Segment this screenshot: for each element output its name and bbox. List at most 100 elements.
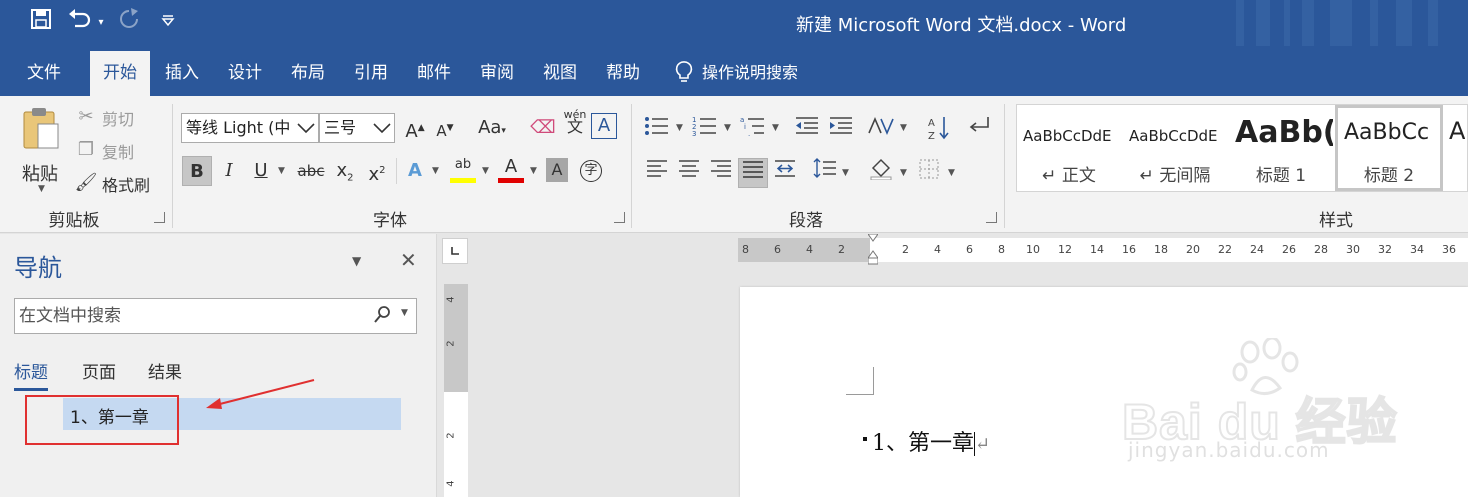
multilevel-dropdown-icon[interactable]: ▼ [772, 115, 779, 141]
tab-references[interactable]: 引用 [341, 51, 401, 96]
tab-file[interactable]: 文件 [14, 51, 74, 96]
tab-home[interactable]: 开始 [90, 51, 150, 96]
phonetic-guide-icon[interactable]: wén 文 [560, 109, 590, 139]
clear-formatting-icon[interactable]: ⌫ [528, 113, 558, 143]
align-center-icon[interactable] [674, 158, 704, 188]
subscript-button[interactable]: x2 [330, 156, 360, 186]
text-effects-dropdown-icon[interactable]: ▼ [432, 158, 439, 184]
style-heading-2[interactable]: AaBbCc 标题 2 [1335, 105, 1443, 191]
distributed-icon[interactable] [770, 158, 800, 188]
increase-indent-icon[interactable] [826, 115, 856, 141]
justify-icon[interactable] [738, 158, 768, 188]
grow-font-icon[interactable]: A▲ [400, 113, 430, 143]
superscript-button[interactable]: x2 [362, 156, 392, 186]
nav-search-input[interactable] [19, 304, 359, 328]
ruler-tick-label: 10 [1026, 243, 1040, 256]
shrink-font-icon[interactable]: A▼ [430, 113, 460, 143]
shading-icon[interactable] [866, 158, 896, 188]
title-decoration [1396, 0, 1412, 46]
style-heading-1[interactable]: AaBb( 标题 1 [1229, 105, 1333, 191]
tab-selector-icon[interactable] [442, 238, 468, 264]
font-launcher-icon[interactable] [614, 212, 625, 223]
underline-button[interactable]: U [246, 156, 276, 186]
change-case-icon[interactable]: Aa▾ [472, 113, 512, 143]
lightbulb-icon[interactable] [674, 60, 694, 84]
redo-icon[interactable] [116, 8, 142, 38]
style-title[interactable]: A [1445, 105, 1468, 191]
format-painter-label: 格式刷 [102, 176, 151, 195]
ruler-tick-label: 4 [806, 243, 813, 256]
borders-dropdown-icon[interactable]: ▼ [948, 160, 955, 186]
title-bar: ▾ 新建 Microsoft Word 文档.docx - Word [0, 0, 1468, 46]
sort-icon[interactable]: AZ [924, 115, 954, 142]
save-icon[interactable] [28, 8, 54, 38]
highlight-dropdown-icon[interactable]: ▼ [482, 158, 489, 184]
search-options-icon[interactable]: ▼ [401, 308, 408, 318]
annotation-arrow [206, 379, 315, 409]
cut-button[interactable]: ✂ 剪切 [74, 104, 164, 130]
close-icon[interactable]: ✕ [400, 248, 417, 272]
tab-view[interactable]: 视图 [530, 51, 590, 96]
chinese-layout-dropdown-icon[interactable]: ▼ [900, 115, 907, 141]
style-normal[interactable]: AaBbCcDdE ↵ 正文 [1017, 105, 1121, 191]
tab-review[interactable]: 审阅 [467, 51, 527, 96]
tab-layout[interactable]: 布局 [278, 51, 338, 96]
ruler-tick-label: 4 [445, 296, 457, 303]
font-color-dropdown-icon[interactable]: ▼ [530, 158, 537, 184]
search-icon[interactable] [373, 305, 391, 329]
tab-insert[interactable]: 插入 [152, 51, 212, 96]
font-name-value: 等线 Light (中 [186, 118, 291, 137]
chinese-layout-icon[interactable] [866, 115, 896, 141]
format-painter-button[interactable]: 🖌 格式刷 [74, 170, 164, 196]
numbering-icon[interactable]: 123 [690, 115, 720, 141]
show-marks-icon[interactable] [964, 115, 994, 141]
bullets-dropdown-icon[interactable]: ▼ [676, 115, 683, 141]
nav-tab-headings[interactable]: 标题 [14, 358, 48, 391]
font-name-dropdown-icon[interactable] [294, 114, 318, 142]
paragraph-launcher-icon[interactable] [986, 212, 997, 223]
document-heading[interactable]: 1、第一章↵ [872, 425, 990, 457]
line-spacing-icon[interactable] [810, 158, 840, 188]
align-right-icon[interactable] [706, 158, 736, 188]
char-border-icon[interactable]: A [591, 113, 617, 139]
undo-dropdown-icon[interactable]: ▾ [94, 8, 108, 38]
underline-dropdown-icon[interactable]: ▼ [278, 158, 285, 184]
indent-marker-icon[interactable] [867, 233, 879, 266]
style-name: ↵ 无间隔 [1139, 166, 1211, 186]
tab-design[interactable]: 设计 [215, 51, 275, 96]
italic-button[interactable]: I [214, 156, 244, 186]
text-effects-icon[interactable]: A [400, 156, 430, 186]
vertical-ruler[interactable]: 4 2 2 4 [444, 284, 468, 497]
align-left-icon[interactable] [642, 158, 672, 188]
enclose-char-icon[interactable]: 字 [576, 156, 606, 186]
nav-options-icon[interactable]: ▼ [352, 254, 361, 268]
multilevel-list-icon[interactable]: ai. [738, 115, 768, 141]
line-spacing-dropdown-icon[interactable]: ▼ [842, 160, 849, 186]
char-shading-icon[interactable]: A [546, 158, 568, 182]
font-size-dropdown-icon[interactable] [370, 114, 394, 142]
shading-dropdown-icon[interactable]: ▼ [900, 160, 907, 186]
tab-help[interactable]: 帮助 [593, 51, 653, 96]
tell-me-search[interactable]: 操作说明搜索 [702, 51, 822, 96]
numbering-dropdown-icon[interactable]: ▼ [724, 115, 731, 141]
undo-icon[interactable] [66, 8, 92, 38]
bold-button[interactable]: B [182, 156, 212, 186]
nav-tab-results[interactable]: 结果 [148, 358, 182, 383]
group-separator [172, 104, 173, 228]
nav-tab-pages[interactable]: 页面 [82, 358, 116, 383]
borders-icon[interactable] [914, 158, 944, 188]
style-no-spacing[interactable]: AaBbCcDdE ↵ 无间隔 [1123, 105, 1227, 191]
customize-qat-icon[interactable] [158, 8, 178, 38]
ruler-tick-label: 34 [1410, 243, 1424, 256]
strikethrough-button[interactable]: abc [294, 156, 328, 186]
bullets-icon[interactable] [642, 115, 672, 141]
nav-search-box: ▼ [14, 298, 417, 334]
paste-dropdown-icon[interactable]: ▼ [38, 176, 45, 202]
horizontal-ruler[interactable]: 8 6 4 2 2 4 6 8 10 12 14 16 18 20 22 24 26 28 30 32 34 36 [738, 233, 1468, 265]
decrease-indent-icon[interactable] [792, 115, 822, 141]
tab-mailings[interactable]: 邮件 [404, 51, 464, 96]
ruler-tick-label: 36 [1442, 243, 1456, 256]
paste-button[interactable]: 粘贴 ▼ [18, 104, 64, 196]
clipboard-launcher-icon[interactable] [154, 212, 165, 223]
copy-button[interactable]: ❐ 复制 [74, 137, 164, 163]
